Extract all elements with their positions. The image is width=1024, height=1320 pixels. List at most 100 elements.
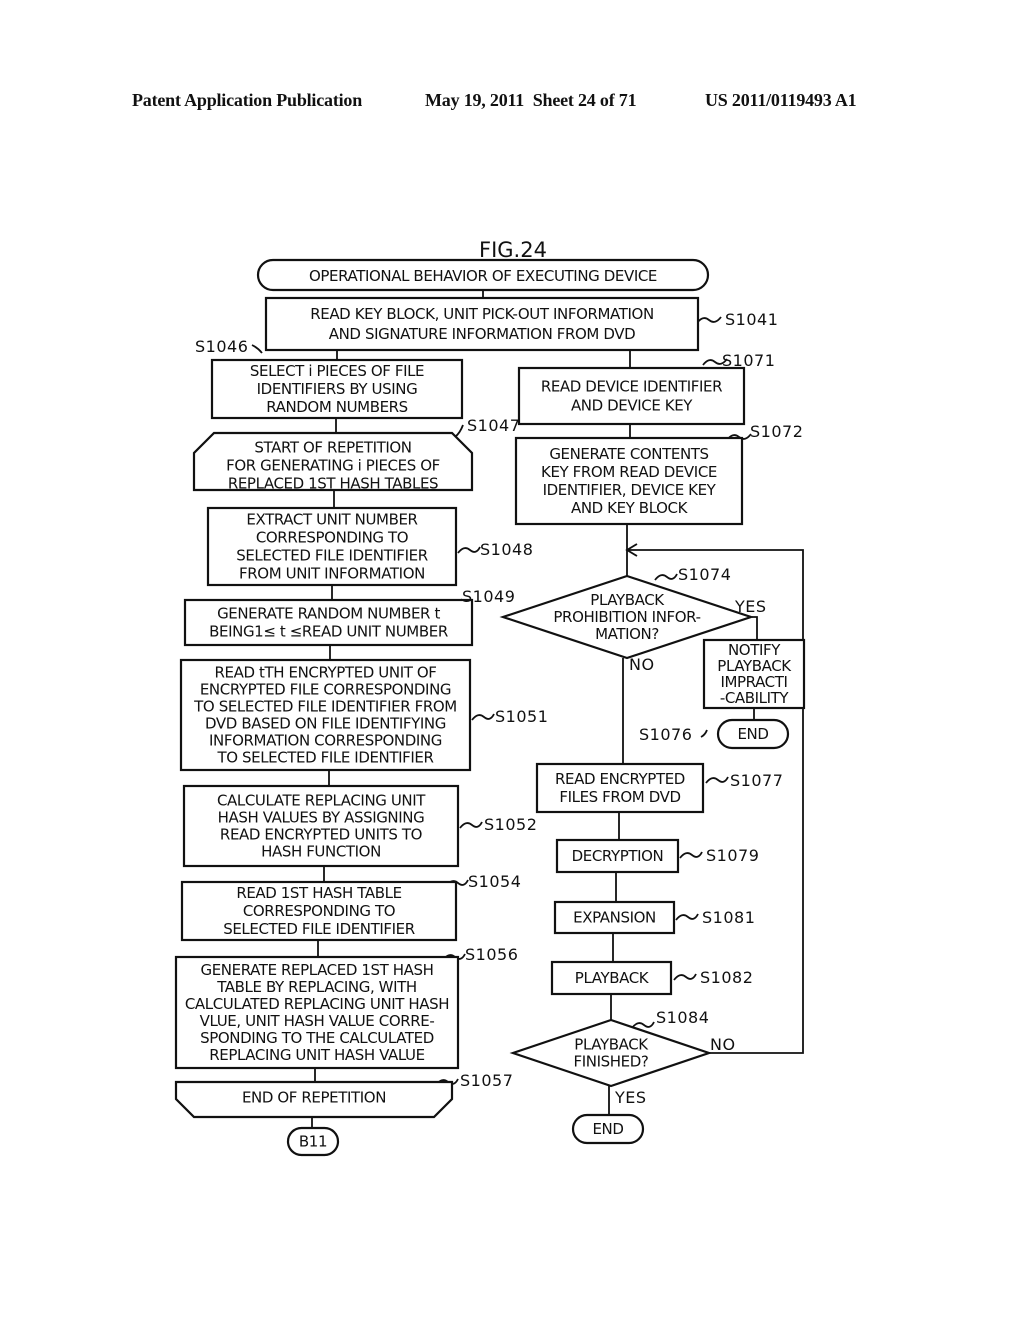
node-s1072: GENERATE CONTENTSKEY FROM READ DEVICEIDE… bbox=[514, 436, 744, 526]
s1048-text-line: FROM UNIT INFORMATION bbox=[239, 565, 425, 583]
start-terminal-text: OPERATIONAL BEHAVIOR OF EXECUTING DEVICE bbox=[309, 267, 657, 285]
s1051-text-line: TO SELECTED FILE IDENTIFIER bbox=[216, 749, 433, 767]
s1048-text-line: SELECTED FILE IDENTIFIER bbox=[236, 547, 428, 565]
node-s1084: PLAYBACKFINISHED? bbox=[509, 1018, 713, 1088]
s1079-text-line: DECRYPTION bbox=[572, 847, 664, 865]
node-s1076: NOTIFYPLAYBACKIMPRACTI-CABILITY bbox=[702, 638, 806, 710]
branch-label-yes: YES bbox=[614, 1088, 647, 1107]
s1056-text-line: GENERATE REPLACED 1ST HASH bbox=[201, 961, 434, 979]
node-end1: END bbox=[716, 718, 790, 750]
connector-yes bbox=[752, 616, 758, 640]
s1046-text-line: IDENTIFIERS BY USING bbox=[257, 380, 418, 398]
node-s1082: PLAYBACK bbox=[550, 960, 673, 996]
s1084-text-line: FINISHED? bbox=[574, 1053, 649, 1071]
leader bbox=[457, 546, 481, 554]
step-label: S1074 bbox=[678, 565, 731, 584]
step-label: S1047 bbox=[467, 416, 520, 435]
s1071-text-line: READ DEVICE IDENTIFIER bbox=[541, 378, 722, 396]
b11-text-line: B11 bbox=[299, 1133, 327, 1151]
step-label: S1049 bbox=[462, 587, 515, 606]
step-label: S1048 bbox=[480, 540, 533, 559]
step-label: S1079 bbox=[706, 846, 759, 865]
step-label: S1082 bbox=[700, 968, 753, 987]
s1049-text-line: BEING1≤ t ≤READ UNIT NUMBER bbox=[209, 623, 448, 641]
s1052-text-line: HASH FUNCTION bbox=[261, 843, 381, 861]
end2-text-line: END bbox=[592, 1120, 623, 1138]
node-s1079: DECRYPTION bbox=[555, 838, 680, 874]
s1074-text-line: PLAYBACK bbox=[590, 591, 665, 609]
figure-title: FIG.24 bbox=[479, 238, 547, 262]
s1056-text-line: SPONDING TO THE CALCULATED bbox=[200, 1029, 434, 1047]
node-s1057: END OF REPETITION bbox=[174, 1080, 454, 1119]
node-s1048: EXTRACT UNIT NUMBERCORRESPONDING TOSELEC… bbox=[206, 506, 458, 587]
s1054-text-line: SELECTED FILE IDENTIFIER bbox=[223, 920, 415, 938]
leader bbox=[679, 851, 703, 859]
leader bbox=[700, 729, 708, 738]
node-b11: B11 bbox=[286, 1126, 340, 1157]
s1049-text-line: GENERATE RANDOM NUMBER t bbox=[217, 605, 440, 623]
s1071-text-line: AND DEVICE KEY bbox=[571, 397, 693, 415]
s1077-text-line: READ ENCRYPTED bbox=[555, 770, 685, 788]
node-end2: END bbox=[571, 1113, 645, 1145]
s1056-text-line: VLUE, UNIT HASH VALUE CORRE- bbox=[200, 1012, 435, 1030]
s1082-text-line: PLAYBACK bbox=[575, 969, 650, 987]
step-label: S1072 bbox=[750, 422, 803, 441]
leader bbox=[251, 344, 263, 354]
node-s1077: READ ENCRYPTEDFILES FROM DVD bbox=[535, 762, 705, 814]
s1054-text-line: READ 1ST HASH TABLE bbox=[236, 884, 401, 902]
s1052-text-line: READ ENCRYPTED UNITS TO bbox=[220, 826, 422, 844]
step-label: S1041 bbox=[725, 310, 778, 329]
node-s1051: READ tTH ENCRYPTED UNIT OFENCRYPTED FILE… bbox=[179, 658, 472, 772]
node-s1056: GENERATE REPLACED 1ST HASHTABLE BY REPLA… bbox=[174, 955, 460, 1070]
s1051-text-line: DVD BASED ON FILE IDENTIFYING bbox=[205, 715, 446, 733]
branch-label-no: NO bbox=[710, 1035, 736, 1054]
step-label: S1054 bbox=[468, 872, 521, 891]
step-label: S1052 bbox=[484, 815, 537, 834]
end1-text-line: END bbox=[737, 725, 768, 743]
leader bbox=[705, 776, 729, 784]
step-label: S1046 bbox=[195, 337, 248, 356]
leader bbox=[696, 316, 722, 324]
s1084-text-line: PLAYBACK bbox=[574, 1036, 649, 1054]
s1046-text-line: RANDOM NUMBERS bbox=[266, 398, 408, 416]
s1074-text-line: PROHIBITION INFOR- bbox=[553, 608, 700, 626]
leader bbox=[454, 424, 464, 438]
step-label: S1051 bbox=[495, 707, 548, 726]
flowchart: FIG.24 OPERATIONAL BEHAVIOR OF EXECUTING… bbox=[174, 238, 806, 1157]
s1047-text-line: START OF REPETITION bbox=[254, 439, 411, 457]
s1041-text-line: READ KEY BLOCK, UNIT PICK-OUT INFORMATIO… bbox=[310, 305, 654, 323]
s1051-text-line: TO SELECTED FILE IDENTIFIER FROM bbox=[193, 698, 457, 716]
s1052-text-line: HASH VALUES BY ASSIGNING bbox=[218, 809, 425, 827]
step-label: S1076 bbox=[639, 725, 692, 744]
s1046-text-line: SELECT i PIECES OF FILE bbox=[250, 362, 424, 380]
s1072-text-line: AND KEY BLOCK bbox=[571, 499, 689, 517]
s1051-text-line: READ tTH ENCRYPTED UNIT OF bbox=[215, 664, 437, 682]
s1052-text-line: CALCULATE REPLACING UNIT bbox=[217, 792, 426, 810]
s1072-text-line: KEY FROM READ DEVICE bbox=[541, 463, 717, 481]
branch-label-yes: YES bbox=[734, 597, 767, 616]
node-s1054: READ 1ST HASH TABLECORRESPONDING TOSELEC… bbox=[180, 880, 458, 942]
s1047-text-line: FOR GENERATING i PIECES OF bbox=[226, 457, 440, 475]
s1057-text-line: END OF REPETITION bbox=[242, 1089, 386, 1107]
node-s1071: READ DEVICE IDENTIFIERAND DEVICE KEY bbox=[517, 366, 746, 426]
node-s1081: EXPANSION bbox=[553, 900, 676, 935]
node-s1047: START OF REPETITIONFOR GENERATING i PIEC… bbox=[192, 431, 474, 493]
s1074-text-line: MATION? bbox=[595, 625, 659, 643]
leader bbox=[673, 973, 697, 981]
s1081-text-line: EXPANSION bbox=[573, 909, 656, 927]
s1048-text-line: EXTRACT UNIT NUMBER bbox=[246, 511, 417, 529]
node-s1041: READ KEY BLOCK, UNIT PICK-OUT INFORMATIO… bbox=[264, 296, 700, 352]
branch-label-no: NO bbox=[629, 655, 655, 674]
step-label: S1081 bbox=[702, 908, 755, 927]
leader bbox=[675, 913, 699, 921]
s1072-text-line: GENERATE CONTENTS bbox=[549, 445, 708, 463]
node-s1049: GENERATE RANDOM NUMBER tBEING1≤ t ≤READ … bbox=[183, 598, 474, 647]
node-s1046: SELECT i PIECES OF FILEIDENTIFIERS BY US… bbox=[210, 358, 464, 420]
s1076-text-line: -CABILITY bbox=[720, 689, 790, 707]
s1047-text-line: REPLACED 1ST HASH TABLES bbox=[228, 475, 438, 493]
s1048-text-line: CORRESPONDING TO bbox=[256, 529, 408, 547]
step-label: S1057 bbox=[460, 1071, 513, 1090]
s1056-text-line: TABLE BY REPLACING, WITH bbox=[216, 978, 417, 996]
node-start: OPERATIONAL BEHAVIOR OF EXECUTING DEVICE bbox=[256, 258, 710, 292]
s1054-text-line: CORRESPONDING TO bbox=[243, 902, 395, 920]
